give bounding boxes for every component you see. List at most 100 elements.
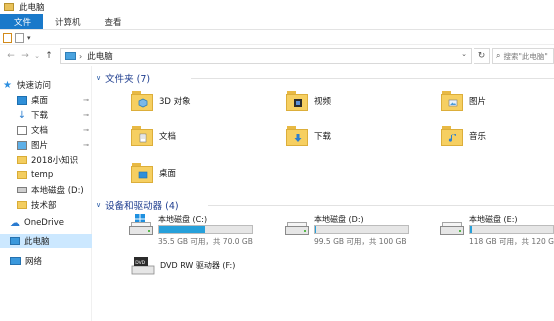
folder-icon [17, 171, 27, 179]
drive-name: 本地磁盘 (C:) [158, 215, 208, 224]
search-box[interactable]: ⌕ [492, 48, 554, 64]
music-folder-icon [441, 125, 463, 147]
breadcrumb-this-pc[interactable]: 此电脑 [87, 50, 113, 62]
search-icon: ⌕ [496, 51, 501, 60]
folder-documents[interactable]: 文档 [131, 125, 176, 147]
tab-view[interactable]: 查看 [93, 14, 134, 29]
sidebar-item-label: 2018小知识 [31, 156, 79, 166]
download-icon: ↓ [17, 109, 27, 121]
sidebar-item-downloads[interactable]: ↓ 下载 ⊸ [0, 108, 92, 122]
folder-label: 下载 [314, 132, 332, 142]
chevron-down-icon[interactable]: ∨ [96, 201, 101, 209]
pin-icon[interactable]: ⊸ [83, 111, 89, 119]
devices-group-header[interactable]: ∨ 设备和驱动器 (4) [96, 199, 554, 212]
pin-icon[interactable]: ⊸ [83, 96, 89, 104]
sidebar-item-label: 此电脑 [24, 237, 50, 247]
folder-label: 3D 对象 [159, 97, 191, 107]
dvd-drive-icon: DVD [131, 256, 155, 275]
navigation-bar: ← → ⌄ ↑ › 此电脑 ⌄ ↻ ⌕ [0, 46, 554, 66]
sidebar-item-label: 桌面 [31, 96, 49, 106]
computer-icon [10, 237, 20, 245]
group-divider [208, 205, 554, 206]
up-icon[interactable]: ↑ [42, 51, 56, 61]
sidebar-item-quick-access[interactable]: ★ 快速访问 [0, 78, 92, 92]
drive-usage-bar [158, 225, 253, 234]
folder-3d-objects[interactable]: 3D 对象 [131, 90, 191, 112]
group-title: 文件夹 (7) [105, 74, 151, 85]
folder-icon [4, 3, 14, 11]
title-bar: 此电脑 [0, 0, 554, 14]
drive-icon [440, 222, 464, 236]
sidebar-item-temp[interactable]: temp [0, 168, 92, 182]
new-folder-icon[interactable] [15, 32, 24, 43]
sidebar-item-documents[interactable]: 文档 ⊸ [0, 123, 92, 137]
folder-videos[interactable]: 视频 [286, 90, 331, 112]
sidebar-item-label: temp [31, 170, 54, 180]
pictures-folder-icon [441, 90, 463, 112]
folder-label: 音乐 [469, 132, 487, 142]
folders-group-header[interactable]: ∨ 文件夹 (7) [96, 72, 554, 85]
chevron-down-icon[interactable]: ∨ [96, 74, 101, 82]
window-title: 此电脑 [19, 3, 45, 13]
sidebar-item-label: 快速访问 [17, 81, 52, 91]
downloads-folder-icon [286, 125, 308, 147]
back-icon[interactable]: ← [4, 51, 18, 61]
quick-access-toolbar: ▾ [0, 31, 554, 45]
sidebar-item-2018-tips[interactable]: 2018小知识 [0, 153, 92, 167]
ribbon-tabs: 文件 计算机 查看 [0, 14, 554, 30]
documents-folder-icon [131, 125, 153, 147]
folder-pictures[interactable]: 图片 [441, 90, 486, 112]
drive-name: 本地磁盘 (E:) [469, 215, 518, 224]
sidebar-item-desktop[interactable]: 桌面 ⊸ [0, 93, 92, 107]
folder-downloads[interactable]: 下载 [286, 125, 331, 147]
tab-computer[interactable]: 计算机 [43, 14, 93, 29]
drive-local-disk-d[interactable]: 本地磁盘 (D:) 99.5 GB 可用，共 100 GB [285, 214, 415, 248]
forward-icon[interactable]: → [18, 51, 32, 61]
drive-name: DVD RW 驱动器 (F:) [160, 261, 236, 270]
document-icon [17, 125, 27, 135]
sidebar-item-label: 下载 [31, 111, 49, 121]
drive-name: 本地磁盘 (D:) [314, 215, 364, 224]
folder-label: 桌面 [159, 169, 177, 179]
sidebar-item-local-disk-d[interactable]: 本地磁盘 (D:) [0, 183, 92, 197]
network-icon [10, 257, 21, 265]
sidebar-item-tech-dept[interactable]: 技术部 [0, 198, 92, 212]
cloud-icon: ☁ [10, 217, 20, 229]
star-icon: ★ [3, 79, 12, 91]
sidebar-item-onedrive[interactable]: ☁ OneDrive [0, 216, 92, 230]
search-input[interactable] [503, 51, 554, 61]
folder-label: 图片 [469, 97, 487, 107]
desktop-folder-icon [131, 162, 153, 184]
breadcrumb-separator-icon[interactable]: › [79, 52, 82, 61]
folder-music[interactable]: 音乐 [441, 125, 486, 147]
drive-dvd-f[interactable]: DVD DVD RW 驱动器 (F:) [131, 256, 271, 282]
chevron-down-icon[interactable]: ⌄ [461, 50, 467, 58]
properties-icon[interactable] [3, 32, 12, 43]
pin-icon[interactable]: ⊸ [83, 141, 89, 149]
folder-desktop[interactable]: 桌面 [131, 162, 176, 184]
sidebar-item-network[interactable]: 网络 [0, 254, 92, 268]
drive-size-text: 35.5 GB 可用，共 70.0 GB [158, 237, 253, 246]
drive-local-disk-c[interactable]: 本地磁盘 (C:) 35.5 GB 可用，共 70.0 GB [129, 214, 259, 248]
drive-icon [17, 187, 27, 193]
folder-icon [17, 156, 27, 164]
customize-dropdown-icon[interactable]: ▾ [27, 34, 31, 42]
tab-file[interactable]: 文件 [0, 14, 44, 29]
group-title: 设备和驱动器 (4) [105, 201, 179, 212]
drive-icon [285, 222, 309, 236]
sidebar-item-label: 技术部 [31, 201, 57, 211]
folder-label: 文档 [159, 132, 177, 142]
group-divider [191, 78, 554, 79]
address-bar[interactable]: › 此电脑 ⌄ [60, 48, 472, 64]
folder-icon [17, 201, 27, 209]
videos-folder-icon [286, 90, 308, 112]
sidebar-item-label: 图片 [31, 141, 49, 151]
recent-locations-icon[interactable]: ⌄ [32, 52, 42, 60]
sidebar-item-pictures[interactable]: 图片 ⊸ [0, 138, 92, 152]
refresh-icon[interactable]: ↻ [474, 48, 490, 64]
drive-local-disk-e[interactable]: 本地磁盘 (E:) 118 GB 可用，共 120 GB [440, 214, 554, 248]
sidebar-item-label: 本地磁盘 (D:) [31, 186, 84, 196]
sidebar-item-this-pc[interactable]: 此电脑 [0, 234, 92, 248]
computer-icon [65, 52, 76, 60]
pin-icon[interactable]: ⊸ [83, 126, 89, 134]
